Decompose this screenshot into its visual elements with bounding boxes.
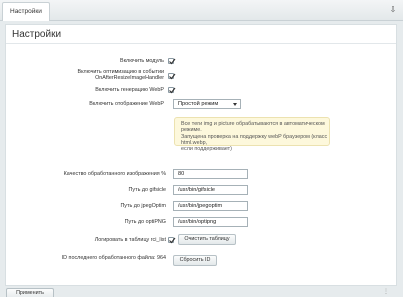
apply-button[interactable]: Применить — [6, 288, 54, 297]
checkmark-icon — [169, 58, 176, 65]
last-file-id-label: ID последнего обработанного файла: 964 — [61, 255, 166, 261]
enable-optimization-checkbox[interactable] — [168, 73, 176, 80]
gifsicle-label: Путь до gifsicle — [128, 187, 166, 193]
enable-optimization-label: Включить оптимизацию в событии OnAfterRe… — [77, 69, 164, 82]
divider — [6, 43, 396, 44]
webp-display-label: Включить отображение WebP — [89, 101, 164, 107]
checkmark-icon — [169, 237, 176, 244]
tab-settings[interactable]: Настройки — [2, 2, 50, 21]
jpegoptim-input[interactable]: /usr/bin/jpegoptim — [173, 201, 248, 211]
enable-module-label: Включить модуль — [120, 58, 164, 64]
checkmark-icon — [169, 73, 176, 80]
gifsicle-input[interactable]: /usr/bin/gifsicle — [173, 185, 248, 195]
clear-table-button[interactable]: Очистить таблицу — [178, 234, 236, 245]
pin-icon[interactable]: ⇩ — [389, 4, 397, 16]
enable-module-checkbox[interactable] — [168, 58, 176, 65]
log-table-label: Логировать в таблицу rci_list — [94, 237, 166, 243]
info-note: Все теги img и picture обрабатываются в … — [174, 117, 330, 152]
settings-panel: Настройки Включить модуль Включить оптим… — [5, 24, 397, 286]
footer-bar — [0, 286, 403, 294]
jpegoptim-label: Путь до jpegOptim — [120, 203, 166, 209]
quality-label: Качество обработанного изображения % — [63, 171, 166, 177]
quality-input[interactable]: 80 — [173, 169, 248, 179]
chevron-down-icon — [233, 103, 237, 106]
reset-id-button[interactable]: Сбросить ID — [173, 255, 217, 266]
page-title: Настройки — [12, 29, 62, 40]
log-table-checkbox[interactable] — [168, 237, 176, 244]
checkmark-icon — [169, 87, 176, 94]
tab-bar: Настройки ⇩ — [0, 0, 403, 21]
optipng-label: Путь до optiPNG — [124, 219, 166, 225]
enable-webp-checkbox[interactable] — [168, 87, 176, 94]
resize-handle-icon[interactable]: ⋮ — [383, 289, 389, 295]
optipng-input[interactable]: /usr/bin/optipng — [173, 217, 248, 227]
webp-display-select[interactable]: Простой режим — [173, 99, 241, 109]
enable-webp-label: Включить генерацию WebP — [95, 87, 164, 93]
